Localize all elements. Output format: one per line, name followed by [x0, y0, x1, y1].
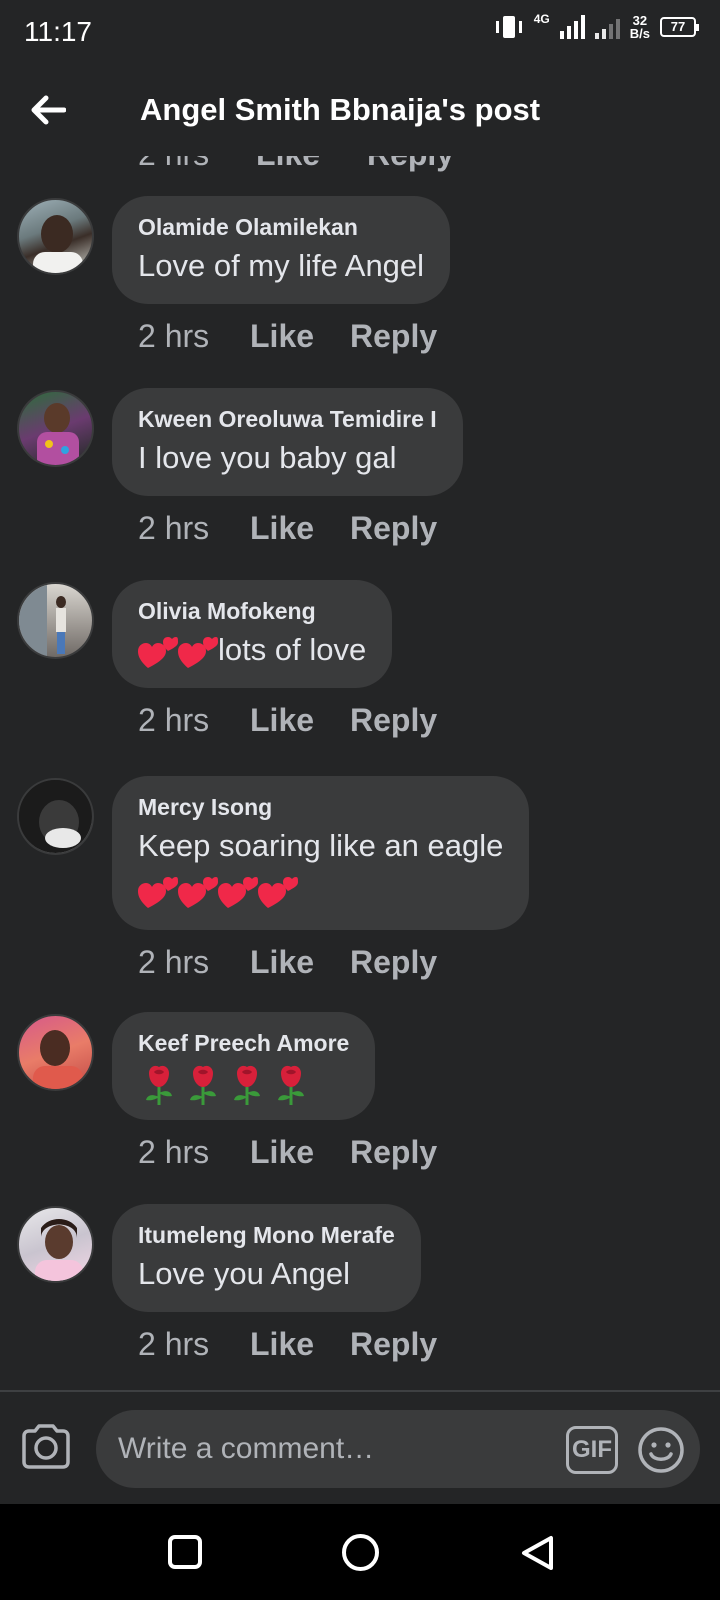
- comment-bubble[interactable]: Mercy Isong Keep soaring like an eagle: [112, 776, 530, 930]
- avatar-photo: [33, 1030, 83, 1089]
- recents-button[interactable]: [168, 1535, 202, 1569]
- comment-actions: 2 hrs Like Reply: [138, 944, 437, 981]
- comment-bubble[interactable]: Itumeleng Mono Merafe Love you Angel: [112, 1204, 421, 1312]
- screen: 11:17 4G 32 B/s 77 Angel Smith Bbnaija's…: [0, 0, 720, 1600]
- system-nav-bar: [0, 1504, 720, 1600]
- comment-author[interactable]: Itumeleng Mono Merafe: [138, 1220, 395, 1250]
- nav-back-icon[interactable]: [518, 1534, 558, 1572]
- comment-actions: 2 hrs Like Reply: [138, 1134, 437, 1171]
- comment-time: 2 hrs: [138, 510, 210, 546]
- comment-author[interactable]: Olamide Olamilekan: [138, 212, 424, 242]
- rose-icon: [190, 1065, 216, 1105]
- comment-author[interactable]: Mercy Isong: [138, 792, 503, 822]
- status-bar: 11:17 4G 32 B/s 77: [0, 0, 720, 64]
- reply-button[interactable]: Reply: [350, 944, 437, 981]
- like-button[interactable]: Like: [250, 1134, 350, 1171]
- comment-actions: 2 hrs Like Reply: [138, 510, 437, 547]
- comment-text: Keep soaring like an eagle: [138, 828, 504, 863]
- avatar[interactable]: [17, 198, 94, 275]
- avatar-photo: [35, 1219, 83, 1281]
- comment-text: lots of love: [218, 632, 367, 667]
- rose-icon: [146, 1065, 172, 1105]
- avatar[interactable]: [17, 582, 94, 659]
- back-button[interactable]: [22, 84, 74, 136]
- two-hearts-icon: [178, 876, 218, 908]
- smiley-icon: [638, 1427, 684, 1473]
- reply-button[interactable]: Reply: [350, 702, 437, 739]
- two-hearts-icon: [258, 876, 298, 908]
- comment-time: 2 hrs: [138, 318, 210, 354]
- clipped-comment-actions: 2 hrs Like Reply: [138, 156, 538, 172]
- avatar[interactable]: [17, 1206, 94, 1283]
- rose-icon: [234, 1065, 260, 1105]
- avatar[interactable]: [17, 1014, 94, 1091]
- comment-time: 2 hrs: [138, 1134, 210, 1170]
- avatar[interactable]: [17, 778, 94, 855]
- battery-level: 77: [670, 19, 686, 34]
- speed-unit: B/s: [629, 26, 650, 41]
- comment-actions: 2 hrs Like Reply: [138, 702, 437, 739]
- comment-bubble[interactable]: Olivia Mofokeng lots of love: [112, 580, 393, 688]
- two-hearts-icon: [138, 636, 178, 668]
- page-title: Angel Smith Bbnaija's post: [140, 92, 541, 127]
- home-button[interactable]: [342, 1534, 379, 1571]
- avatar[interactable]: [17, 390, 94, 467]
- comment-time: 2 hrs: [138, 1326, 210, 1362]
- comment-actions: 2 hrs Like Reply: [138, 1326, 437, 1363]
- reply-button[interactable]: Reply: [350, 318, 437, 355]
- comment-text-row: lots of love: [138, 630, 366, 670]
- arrow-left-icon: [31, 95, 66, 125]
- comment-composer: GIF: [0, 1392, 720, 1504]
- comment-text: Love of my life Angel: [138, 248, 425, 283]
- comment-time: 2 hrs: [138, 156, 209, 172]
- status-icons: 4G 32 B/s 77: [494, 12, 699, 40]
- emoji-row: [138, 1062, 349, 1105]
- reply-button[interactable]: Reply: [350, 1134, 437, 1171]
- comment-bubble[interactable]: Kween Oreoluwa Temidire I I love you bab…: [112, 388, 463, 496]
- avatar-photo: [37, 403, 79, 465]
- comment-time: 2 hrs: [138, 944, 210, 980]
- like-button[interactable]: Like: [250, 318, 350, 355]
- comment-author[interactable]: Kween Oreoluwa Temidire I: [138, 404, 437, 434]
- camera-button[interactable]: [20, 1422, 72, 1470]
- status-time: 11:17: [24, 16, 92, 47]
- comment-actions: 2 hrs Like Reply: [138, 318, 437, 355]
- camera-icon: [22, 1424, 70, 1469]
- like-button[interactable]: Like: [250, 1326, 350, 1363]
- header: Angel Smith Bbnaija's post: [0, 64, 720, 156]
- reply-button[interactable]: Reply: [367, 156, 454, 172]
- comment-text: I love you baby gal: [138, 440, 397, 475]
- comment-author[interactable]: Olivia Mofokeng: [138, 596, 366, 626]
- like-button[interactable]: Like: [256, 156, 320, 172]
- network-type: 4G: [533, 12, 550, 26]
- like-button[interactable]: Like: [250, 510, 350, 547]
- battery-icon: 77: [660, 17, 699, 37]
- two-hearts-icon: [218, 876, 258, 908]
- avatar-photo: [19, 780, 92, 853]
- network-speed: 32 B/s: [630, 14, 650, 40]
- comment-bubble[interactable]: Keef Preech Amore: [112, 1012, 376, 1120]
- signal-strength-icon-2: [594, 15, 620, 39]
- like-button[interactable]: Like: [250, 944, 350, 981]
- signal-strength-icon: [559, 15, 585, 39]
- avatar-photo: [19, 584, 66, 657]
- vibrate-icon: [494, 14, 524, 40]
- comment-text: Love you Angel: [138, 1256, 351, 1291]
- two-hearts-icon: [138, 876, 178, 908]
- two-hearts-icon: [178, 636, 218, 668]
- reply-button[interactable]: Reply: [350, 510, 437, 547]
- emoji-row: [138, 870, 503, 910]
- gif-button[interactable]: GIF: [566, 1426, 618, 1474]
- emoji-button[interactable]: [636, 1425, 686, 1475]
- rose-icon: [278, 1065, 304, 1105]
- comment-author[interactable]: Keef Preech Amore: [138, 1028, 349, 1058]
- avatar-photo: [33, 215, 83, 273]
- comment-bubble[interactable]: Olamide Olamilekan Love of my life Angel: [112, 196, 451, 304]
- comment-time: 2 hrs: [138, 702, 210, 738]
- reply-button[interactable]: Reply: [350, 1326, 437, 1363]
- like-button[interactable]: Like: [250, 702, 350, 739]
